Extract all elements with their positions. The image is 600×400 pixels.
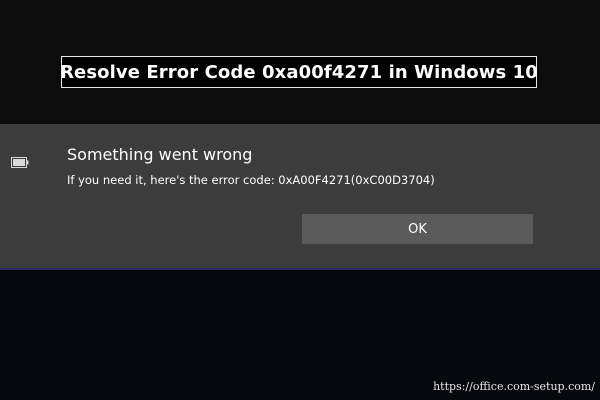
title-banner: Resolve Error Code 0xa00f4271 in Windows… [60, 56, 538, 88]
error-code-message: If you need it, here's the error code: 0… [67, 173, 435, 187]
source-url-watermark: https://office.com-setup.com/ [433, 380, 595, 393]
error-dialog: Something went wrong If you need it, her… [0, 124, 600, 270]
dialog-title: Something went wrong [67, 145, 253, 164]
battery-icon [11, 157, 29, 168]
banner-title: Resolve Error Code 0xa00f4271 in Windows… [60, 61, 538, 83]
ok-button[interactable]: OK [302, 214, 533, 244]
